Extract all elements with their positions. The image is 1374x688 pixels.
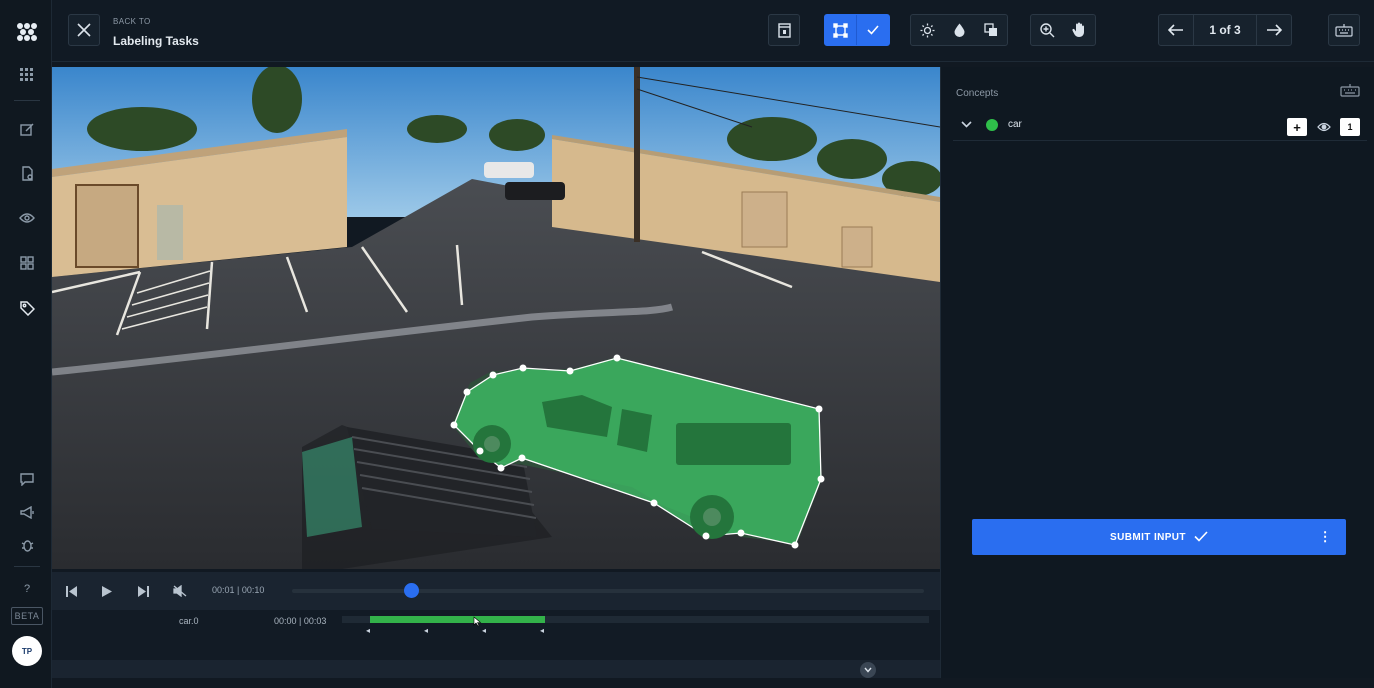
check-icon — [1194, 530, 1208, 545]
scrubber-track[interactable] — [292, 589, 924, 593]
annotation-count-badge: 1 — [1340, 118, 1360, 136]
clarifai-logo-icon[interactable] — [14, 18, 40, 44]
keyframe-marker[interactable]: ◂ — [424, 626, 428, 635]
concept-name: car — [1008, 119, 1022, 130]
black-truck — [505, 182, 565, 200]
annotation-track: car.0 00:00 | 00:03 ◂ ◂ ◂ ◂ — [52, 610, 940, 660]
prev-arrow-icon[interactable] — [1159, 15, 1193, 45]
garage-door — [75, 184, 139, 268]
visibility-eye-icon[interactable] — [1315, 118, 1333, 136]
tag-icon[interactable] — [14, 295, 40, 321]
skip-forward-icon[interactable] — [134, 582, 152, 600]
side-door — [157, 205, 183, 260]
page-indicator: 1 of 3 — [1193, 15, 1257, 45]
document-icon[interactable] — [14, 160, 40, 186]
back-to-link[interactable]: Labeling Tasks — [113, 34, 199, 48]
pager: 1 of 3 — [1158, 14, 1292, 46]
chat-icon[interactable] — [14, 466, 40, 492]
cursor-icon — [473, 614, 482, 627]
more-options-icon[interactable]: ⋮ — [1319, 529, 1332, 545]
next-arrow-icon[interactable] — [1257, 15, 1291, 45]
view-tools-group — [1030, 14, 1096, 46]
scrubber-handle[interactable] — [404, 583, 419, 598]
concept-row-car[interactable]: car + 1 — [953, 113, 1367, 141]
back-to-label: BACK TO — [113, 17, 151, 26]
image-canvas[interactable] — [52, 67, 940, 569]
beta-badge: BETA — [11, 607, 43, 625]
keyboard-icon[interactable] — [1340, 83, 1360, 99]
track-segment[interactable] — [370, 616, 545, 623]
add-annotation-button[interactable]: + — [1287, 118, 1307, 136]
polygon-tool-button[interactable] — [824, 14, 890, 46]
left-rail: ? BETA TP — [0, 0, 52, 688]
help-icon[interactable]: ? — [14, 576, 40, 602]
playback-time: 00:01 | 00:10 — [212, 585, 265, 595]
modules-icon[interactable] — [14, 250, 40, 276]
close-button[interactable] — [68, 14, 100, 46]
brightness-icon[interactable] — [911, 15, 943, 45]
megaphone-icon[interactable] — [14, 499, 40, 525]
keyframe-marker[interactable]: ◂ — [482, 626, 486, 635]
pan-hand-icon[interactable] — [1063, 15, 1095, 45]
contrast-icon[interactable] — [975, 15, 1007, 45]
play-icon[interactable] — [98, 582, 116, 600]
track-label: car.0 — [179, 616, 199, 626]
check-icon[interactable] — [857, 15, 889, 45]
apps-grid-icon[interactable] — [14, 62, 40, 88]
submit-label: SUBMIT INPUT — [1110, 531, 1186, 543]
garage-door-right-2 — [841, 226, 873, 268]
avatar[interactable]: TP — [12, 636, 42, 666]
utility-pole — [634, 67, 640, 242]
keyframe-marker[interactable]: ◂ — [366, 626, 370, 635]
polygon-tool-icon[interactable] — [825, 15, 857, 45]
rail-divider — [14, 566, 40, 567]
labeling-app: ? BETA TP BACK TO Labeling Tasks 1 of 3 … — [0, 0, 1374, 688]
skip-back-icon[interactable] — [62, 582, 80, 600]
chevron-down-icon[interactable] — [961, 117, 972, 131]
video-controls: 00:01 | 00:10 — [52, 572, 940, 610]
overlay-artifact — [302, 437, 362, 537]
keyboard-shortcuts-icon[interactable] — [1328, 14, 1360, 46]
rail-divider — [14, 100, 40, 101]
panel-title: Concepts — [956, 88, 999, 99]
keyframe-marker[interactable]: ◂ — [540, 626, 544, 635]
white-car — [484, 162, 534, 178]
mute-icon[interactable] — [171, 582, 189, 600]
expand-chevron-icon[interactable] — [860, 662, 876, 678]
top-bar: BACK TO Labeling Tasks 1 of 3 — [52, 0, 1374, 62]
submit-input-button[interactable]: SUBMIT INPUT ⋮ — [972, 519, 1346, 555]
zoom-in-icon[interactable] — [1031, 15, 1063, 45]
concept-color-dot — [986, 119, 998, 131]
garage-door-right — [741, 191, 788, 248]
annotated-image[interactable] — [52, 67, 940, 569]
image-adjust-group — [910, 14, 1008, 46]
track-time: 00:00 | 00:03 — [274, 616, 327, 626]
info-panel-icon[interactable] — [768, 14, 800, 46]
concepts-panel: Concepts car + 1 SUBMIT INPUT ⋮ — [940, 67, 1374, 678]
timeline-footer — [52, 660, 940, 678]
saturation-drop-icon[interactable] — [943, 15, 975, 45]
eye-icon[interactable] — [14, 205, 40, 231]
bug-icon[interactable] — [14, 532, 40, 558]
edit-icon[interactable] — [14, 116, 40, 142]
